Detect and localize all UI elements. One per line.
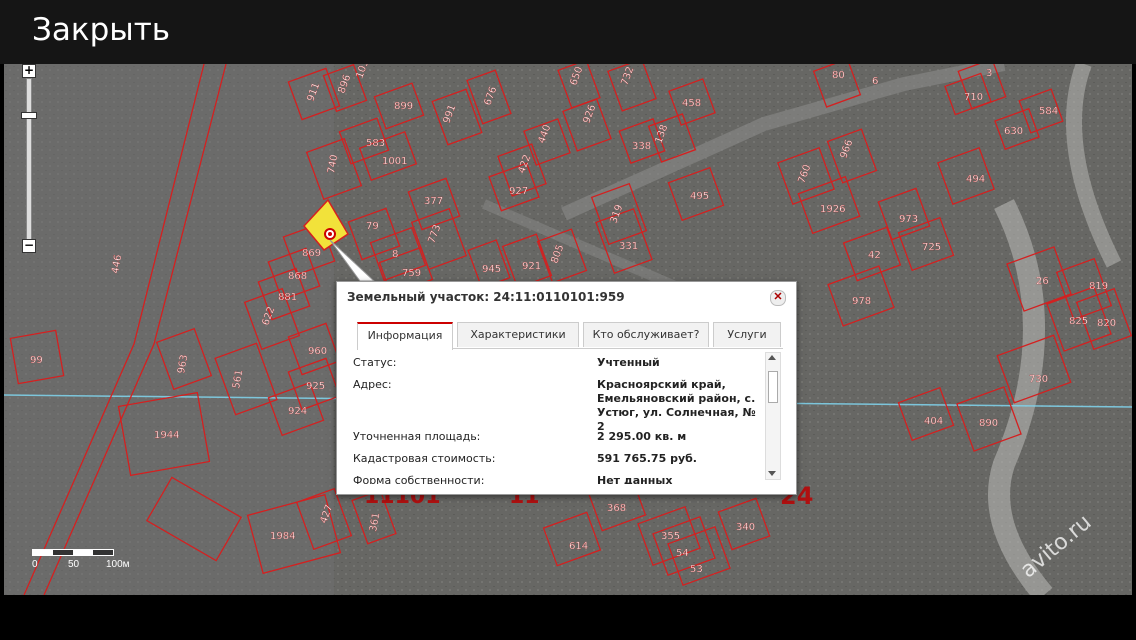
parcel-label: 960 [308, 346, 327, 357]
popup-title: Земельный участок: 24:11:0110101:959 [347, 290, 625, 304]
parcel-label: 99 [30, 355, 43, 366]
parcel-label: 3 [986, 68, 992, 79]
parcel-label: 42 [868, 250, 881, 261]
parcel-label: 869 [302, 248, 321, 259]
status-key: Статус: [353, 356, 397, 369]
parcel-label: 54 [676, 548, 689, 559]
parcel-label: 79 [366, 221, 379, 232]
parcel-label: 1984 [270, 531, 295, 542]
ownership-value: Нет данных [597, 474, 673, 484]
address-value: Красноярский край, Емельяновский район, … [597, 378, 756, 433]
parcel-label: 945 [482, 264, 501, 275]
cadastral-value-value: 591 765.75 руб. [597, 452, 697, 465]
cadastral-value-key: Кадастровая стоимость: [353, 452, 496, 465]
popup-close-icon[interactable]: ✕ [770, 290, 786, 306]
parcel-label: 377 [424, 196, 443, 207]
parcel-label: 494 [966, 174, 985, 185]
parcel-label: 924 [288, 406, 307, 417]
area-key: Уточненная площадь: [353, 430, 481, 443]
tab-info[interactable]: Информация [357, 322, 453, 350]
top-bar: Закрыть [0, 0, 1136, 64]
parcel-label: 899 [394, 101, 413, 112]
parcel-label: 458 [682, 98, 701, 109]
popup-tabs: Информация Характеристики Кто обслуживае… [357, 320, 783, 350]
scale-label-0: 0 [32, 559, 38, 570]
parcel-label: 890 [979, 418, 998, 429]
scale-bar: 0 50 100м [32, 549, 142, 579]
ownership-key: Форма собственности: [353, 474, 485, 484]
parcel-label: 26 [1036, 276, 1049, 287]
close-button[interactable]: Закрыть [32, 12, 170, 48]
parcel-label: 80 [832, 70, 845, 81]
parcel-label: 927 [509, 186, 528, 197]
parcel-label: 725 [922, 242, 941, 253]
tab-characteristics[interactable]: Характеристики [457, 322, 579, 347]
popup-content: Статус: Учтенный Адрес: Красноярский кра… [353, 354, 763, 484]
parcel-label: 583 [366, 138, 385, 149]
popup-scrollbar[interactable] [765, 352, 781, 480]
scroll-thumb[interactable] [768, 371, 778, 403]
parcel-label: 584 [1039, 106, 1058, 117]
parcel-label: 340 [736, 522, 755, 533]
parcel-label: 730 [1029, 374, 1048, 385]
scroll-down-icon[interactable] [768, 471, 776, 476]
parcel-label: 819 [1089, 281, 1108, 292]
tab-who-serves[interactable]: Кто обслуживает? [583, 322, 709, 347]
parcel-label: 881 [278, 292, 297, 303]
parcel-label: 368 [607, 503, 626, 514]
zoom-in-button[interactable]: + [22, 64, 36, 78]
parcel-label: 404 [924, 416, 943, 427]
parcel-label: 331 [619, 241, 638, 252]
parcel-label: 820 [1097, 318, 1116, 329]
scale-bar-graphic [32, 549, 114, 556]
scale-label-100: 100м [106, 559, 130, 570]
parcel-label: 1001 [382, 156, 407, 167]
parcel-label: 355 [661, 531, 680, 542]
parcel-label: 495 [690, 191, 709, 202]
scale-label-50: 50 [68, 559, 80, 570]
parcel-label: 921 [522, 261, 541, 272]
parcel-label: 868 [288, 271, 307, 282]
parcel-label: 6 [872, 76, 878, 87]
parcel-label: 973 [899, 214, 918, 225]
parcel-label: 614 [569, 541, 588, 552]
parcel-label: 338 [632, 141, 651, 152]
zoom-out-button[interactable]: − [22, 239, 36, 253]
tab-services[interactable]: Услуги [713, 322, 781, 347]
bottom-bar [0, 595, 1136, 640]
parcel-label: 825 [1069, 316, 1088, 327]
zoom-control: + − [18, 64, 38, 254]
status-value: Учтенный [597, 356, 660, 369]
parcel-label: 1944 [154, 430, 179, 441]
parcel-label: 925 [306, 381, 325, 392]
parcel-label: 53 [690, 564, 703, 575]
area-value: 2 295.00 кв. м [597, 430, 687, 443]
zoom-slider-track[interactable] [26, 78, 32, 240]
parcel-label: 1926 [820, 204, 845, 215]
parcel-info-popup: Земельный участок: 24:11:0110101:959 ✕ И… [336, 281, 797, 495]
parcel-label: 710 [964, 92, 983, 103]
parcel-label: 978 [852, 296, 871, 307]
zoom-slider-handle[interactable] [21, 112, 37, 119]
scroll-up-icon[interactable] [768, 355, 776, 360]
parcel-label: 630 [1004, 126, 1023, 137]
parcel-label: 8 [392, 249, 398, 260]
address-key: Адрес: [353, 378, 392, 391]
parcel-label: 759 [402, 268, 421, 279]
